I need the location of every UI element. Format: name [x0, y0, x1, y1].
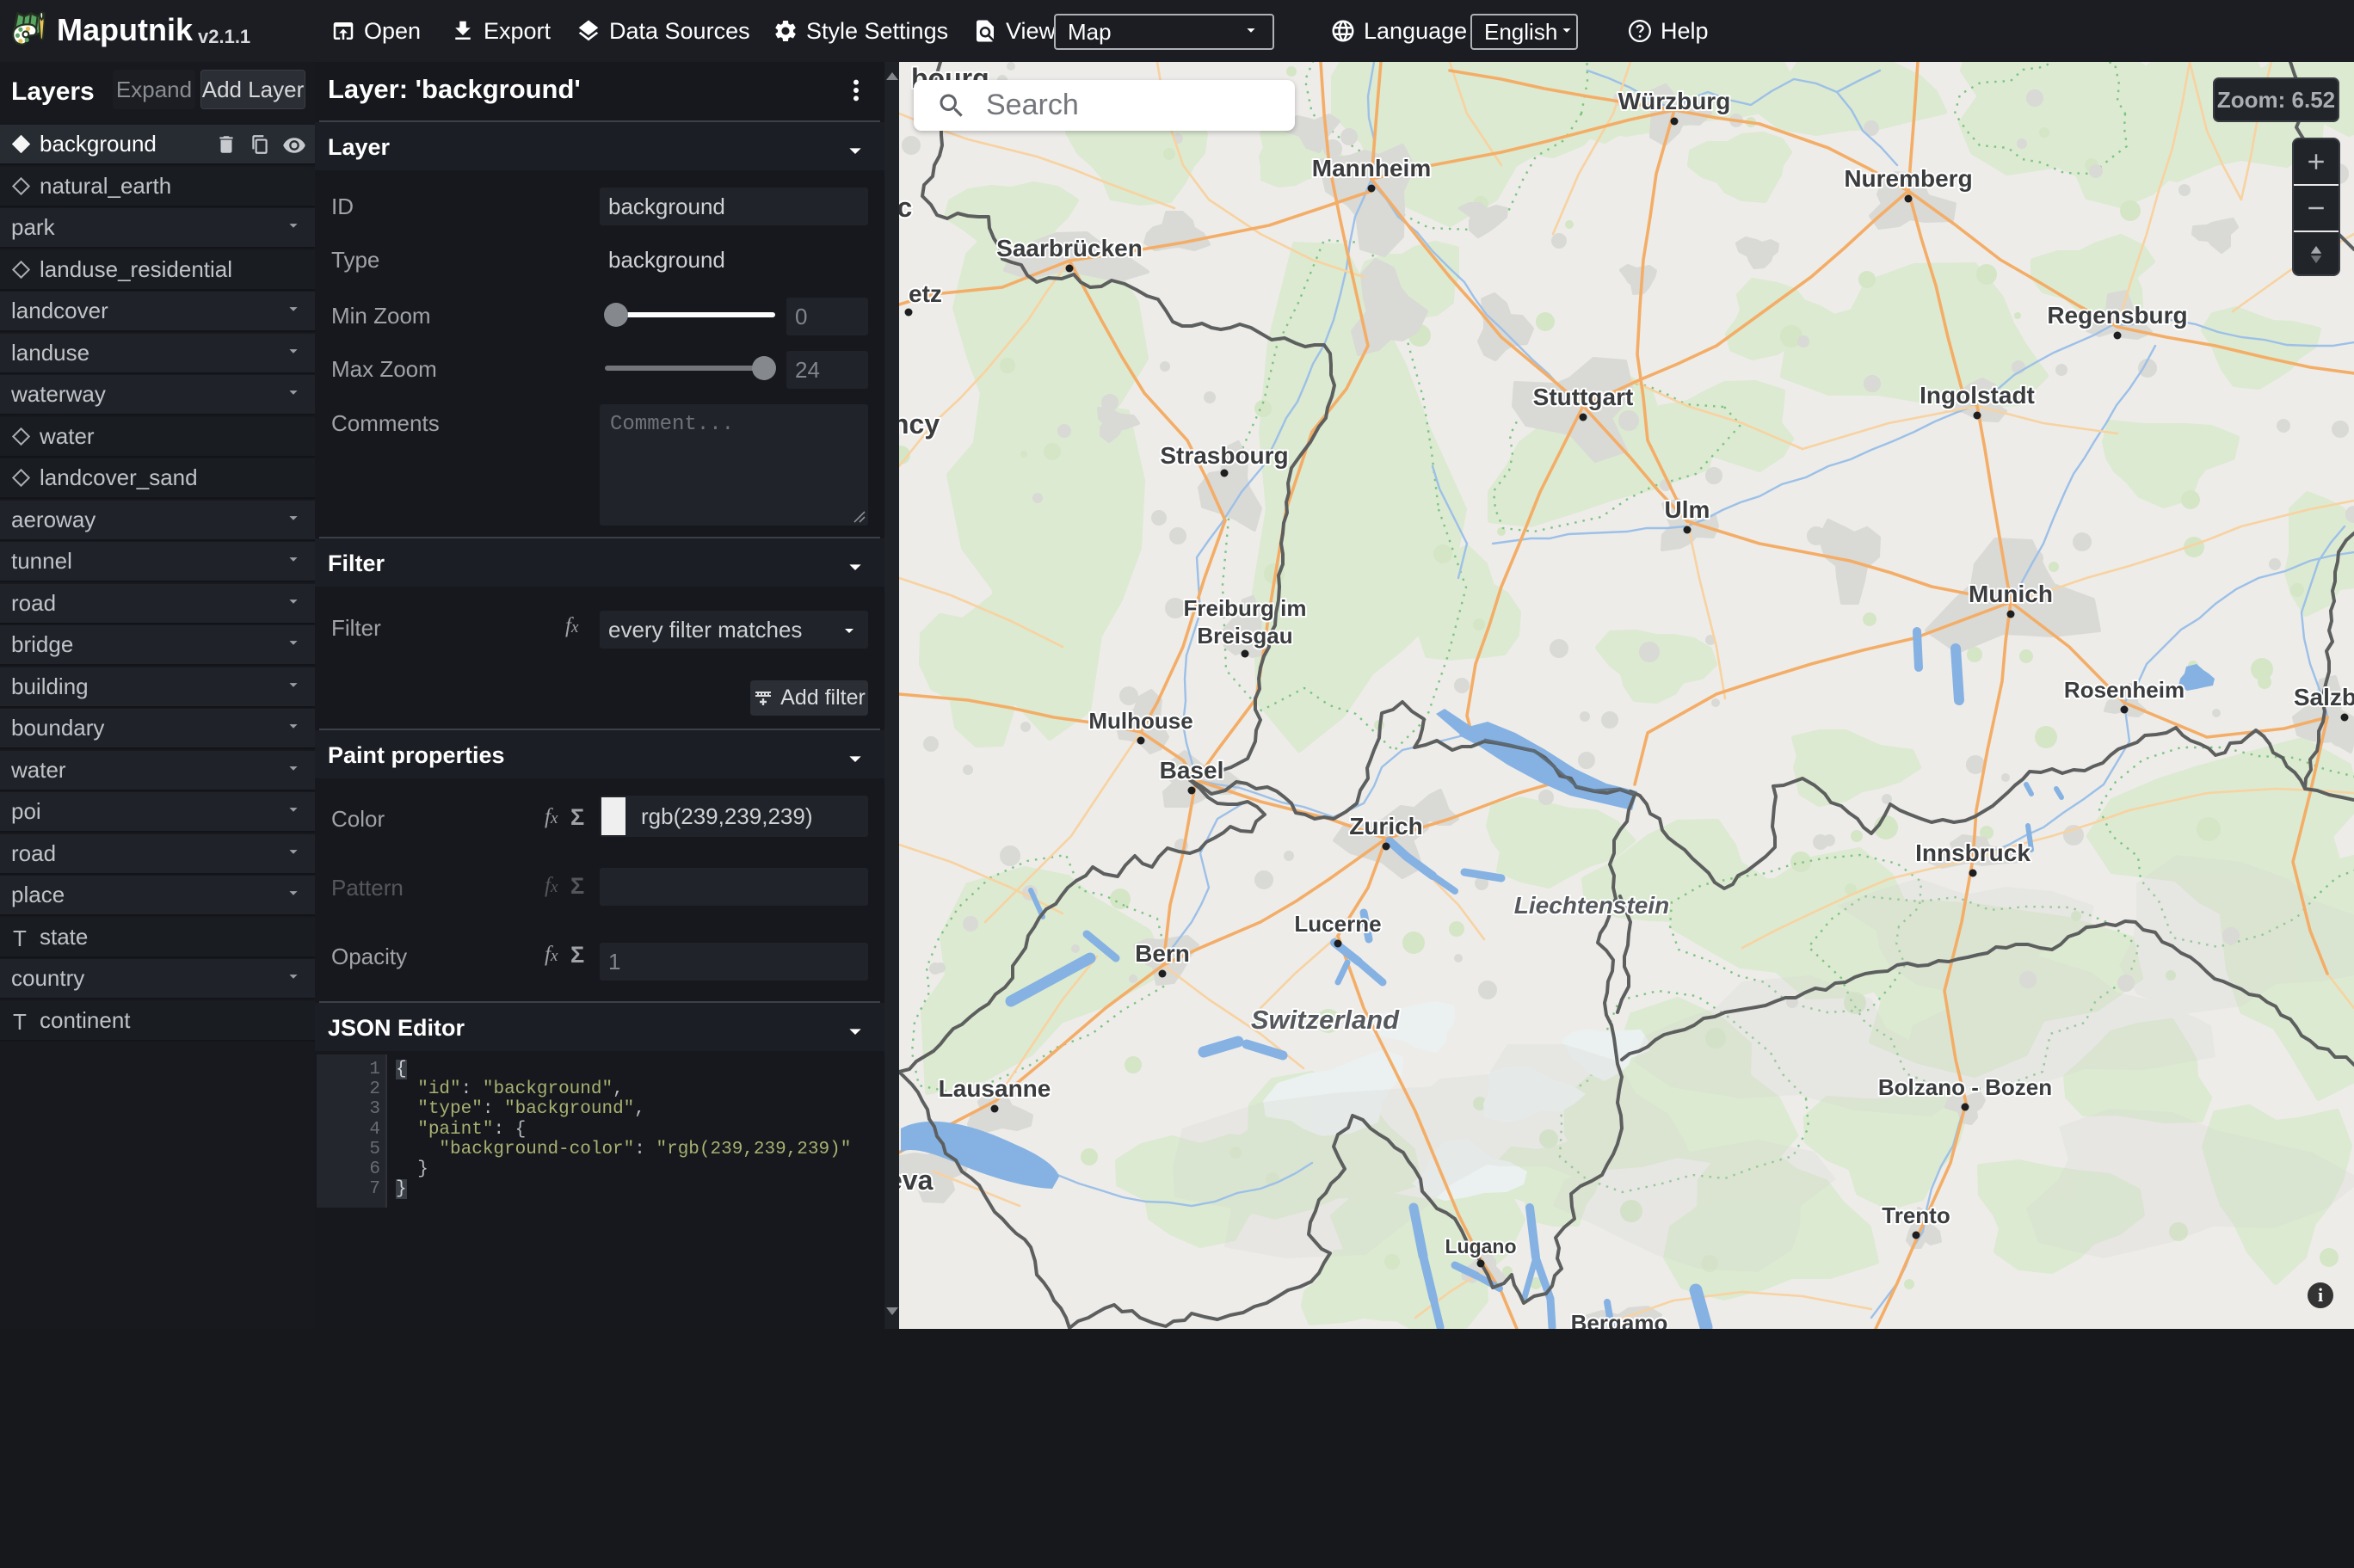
- svg-text:Breisgau: Breisgau: [1197, 623, 1292, 649]
- svg-text:Lugano: Lugano: [1445, 1235, 1516, 1257]
- svg-text:Bern: Bern: [1135, 940, 1190, 967]
- svg-text:Freiburg im: Freiburg im: [1183, 595, 1306, 621]
- svg-text:Ingolstadt: Ingolstadt: [1920, 382, 2035, 409]
- svg-text:Zurich: Zurich: [1349, 813, 1423, 839]
- svg-text:ncy: ncy: [899, 409, 940, 440]
- svg-text:Lucerne: Lucerne: [1294, 911, 1381, 937]
- svg-text:Saarbrücken: Saarbrücken: [996, 235, 1143, 261]
- svg-text:etz: etz: [909, 280, 942, 307]
- svg-text:Rosenheim: Rosenheim: [2064, 677, 2185, 703]
- svg-text:Mulhouse: Mulhouse: [1088, 708, 1192, 734]
- svg-text:Munich: Munich: [1969, 581, 2053, 607]
- svg-text:Strasbourg: Strasbourg: [1160, 442, 1288, 469]
- svg-text:Salzburg: Salzburg: [2294, 684, 2354, 710]
- svg-text:Mannheim: Mannheim: [1312, 155, 1431, 181]
- svg-text:Innsbruck: Innsbruck: [1915, 839, 2030, 866]
- svg-text:Lausanne: Lausanne: [939, 1075, 1051, 1102]
- svg-text:Bolzano - Bozen: Bolzano - Bozen: [1878, 1074, 2052, 1100]
- svg-text:Stuttgart: Stuttgart: [1533, 384, 1634, 410]
- svg-text:Switzerland: Switzerland: [1251, 1005, 1400, 1035]
- svg-text:Liechtenstein: Liechtenstein: [1514, 892, 1669, 919]
- svg-text:Regensburg: Regensburg: [2047, 302, 2187, 329]
- svg-text:oc: oc: [899, 192, 912, 223]
- svg-text:Ulm: Ulm: [1665, 496, 1710, 523]
- svg-text:Bergamo: Bergamo: [1571, 1310, 1668, 1329]
- svg-text:Trento: Trento: [1882, 1202, 1950, 1228]
- svg-text:Nuremberg: Nuremberg: [1844, 165, 1972, 192]
- svg-text:eva: eva: [899, 1165, 934, 1196]
- svg-text:Würzburg: Würzburg: [1618, 88, 1731, 114]
- svg-text:Basel: Basel: [1160, 757, 1224, 784]
